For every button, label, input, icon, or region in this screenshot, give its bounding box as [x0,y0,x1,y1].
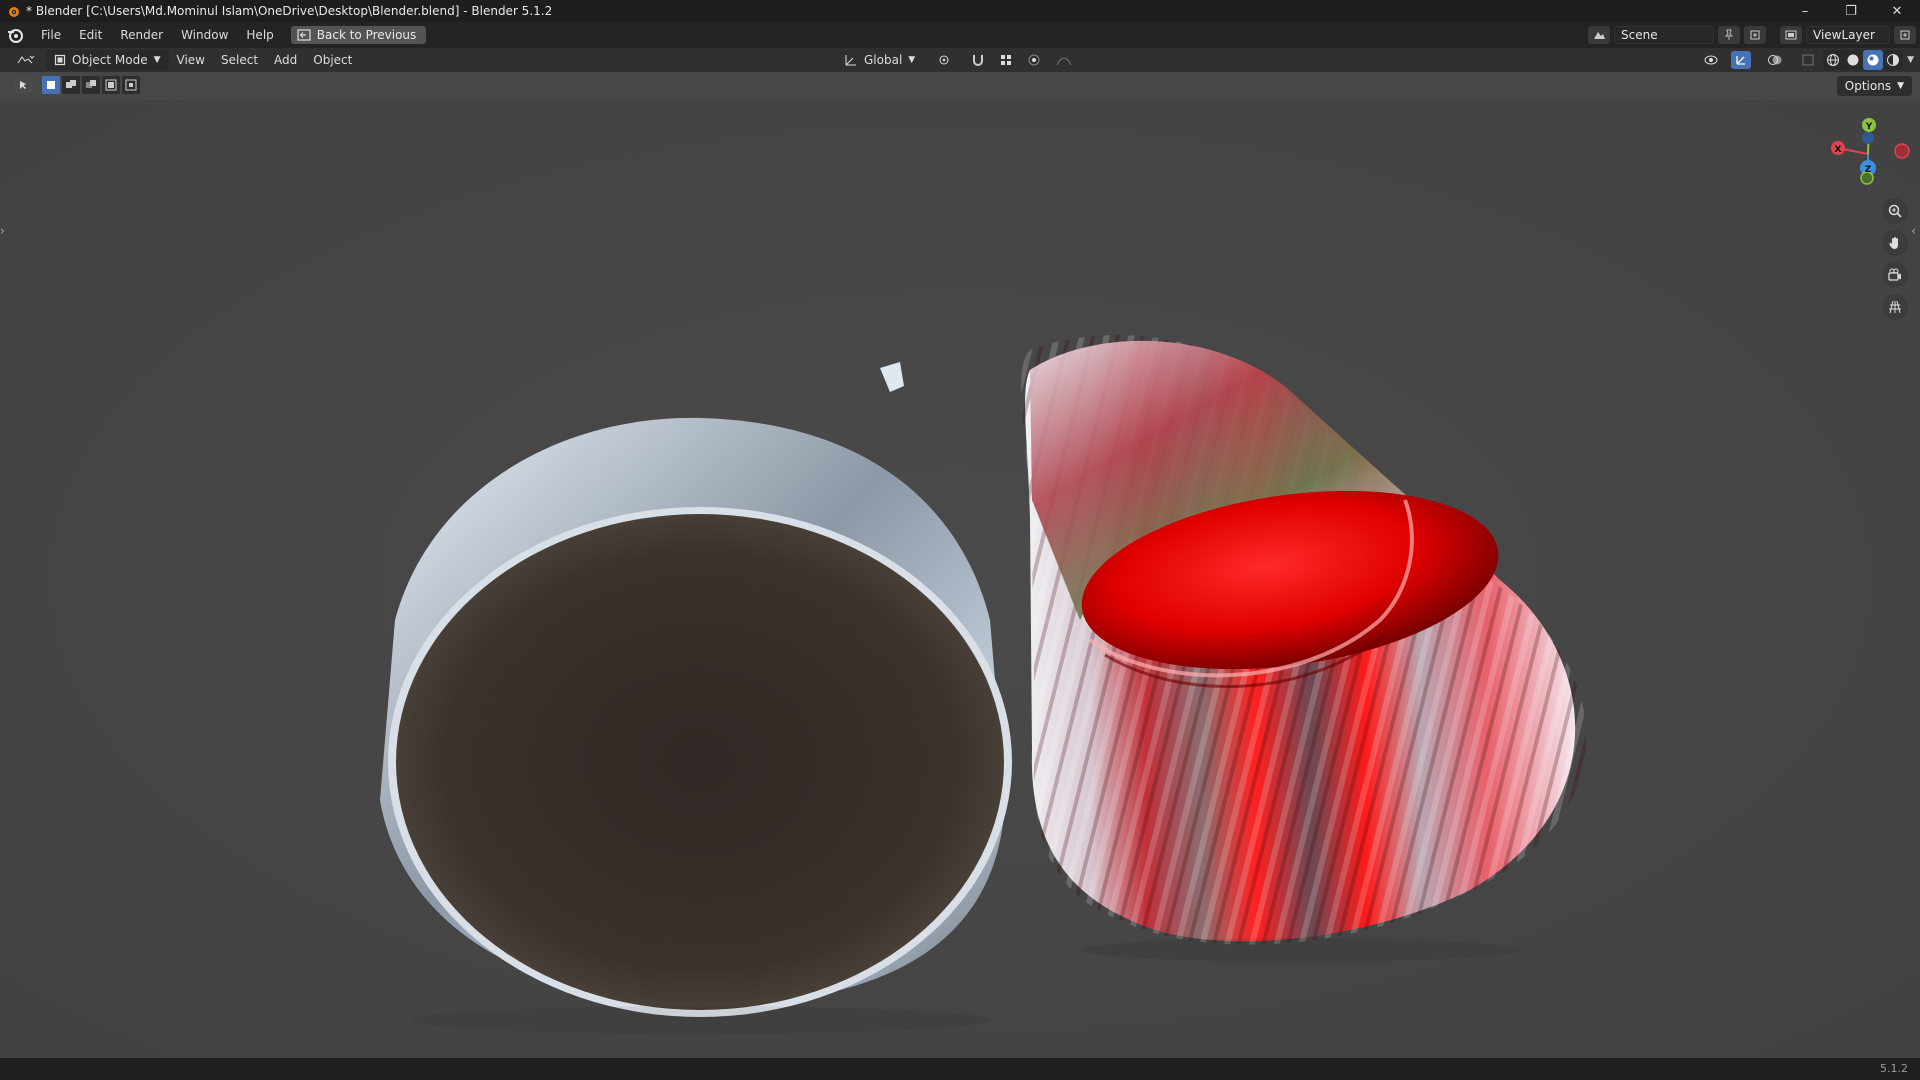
viewlayer-name: ViewLayer [1813,28,1875,42]
blender-logo-icon[interactable] [6,26,24,44]
scene-controls: Scene ViewLayer [1588,24,1916,46]
camera-view-icon[interactable] [1882,262,1908,288]
zoom-icon[interactable] [1882,198,1908,224]
menu-object[interactable]: Object [305,50,360,70]
viewport-display-controls: ▼ [1699,50,1914,70]
select-mode-group [14,76,140,94]
back-icon [297,29,311,41]
pan-hand-icon[interactable] [1882,230,1908,256]
new-viewlayer-icon[interactable] [1894,26,1916,44]
orientation-icon [845,55,856,66]
chevron-down-icon: ▼ [153,55,161,65]
object-mode-dropdown[interactable]: Object Mode ▼ [46,50,169,70]
window-title: * Blender [C:\Users\Md.Mominul Islam\One… [26,4,553,18]
proportional-edit-toggle[interactable] [1023,50,1045,70]
scene-name: Scene [1621,28,1658,42]
rendered-shading-icon[interactable] [1883,50,1903,70]
minimize-icon[interactable]: – [1782,0,1828,22]
viewport-header: Object Mode ▼ View Select Add Object Glo… [0,48,1920,72]
navigation-tools [1882,198,1908,320]
menu-edit[interactable]: Edit [70,24,111,46]
menu-help[interactable]: Help [237,24,282,46]
new-scene-icon[interactable] [1744,26,1766,44]
gizmo-x-label: X [1835,145,1842,155]
menu-add[interactable]: Add [266,50,305,70]
gizmo-icon [1736,56,1746,65]
select-invert-icon[interactable] [102,76,120,94]
falloff-dropdown[interactable] [1051,50,1077,70]
version-label: 5.1.2 [1880,1062,1908,1075]
menu-select[interactable]: Select [213,50,266,70]
title-bar: * Blender [C:\Users\Md.Mominul Islam\One… [0,0,1920,22]
select-new-icon[interactable] [42,76,60,94]
solid-shading-icon[interactable] [1843,50,1863,70]
shading-mode-group [1823,50,1904,70]
gizmo-neg-z-axis[interactable] [1862,132,1874,144]
magnet-icon [973,55,984,66]
back-to-previous-button[interactable]: Back to Previous [290,26,427,44]
menu-window[interactable]: Window [172,24,237,46]
menu-file[interactable]: File [32,24,70,46]
status-bar: 5.1.2 [0,1058,1920,1080]
pivot-icon [939,55,949,65]
xray-icon [1802,54,1814,66]
wireframe-shading-icon[interactable] [1823,50,1843,70]
scene-icon[interactable] [1588,26,1610,44]
sidebar-expand-icon[interactable]: ‹ [1911,224,1916,238]
scene-field[interactable]: Scene [1614,26,1714,44]
editor-type-dropdown[interactable] [8,50,42,70]
snap-toggle[interactable] [967,50,989,70]
viewlayer-field[interactable]: ViewLayer [1806,26,1890,44]
overlays-toggle[interactable] [1763,50,1787,70]
material-preview-shading-icon[interactable] [1863,50,1884,70]
falloff-curve-icon [1056,57,1072,66]
tool-settings-row: Options ▼ [0,72,1920,100]
snap-target-dropdown[interactable] [995,50,1017,70]
chevron-down-icon[interactable]: ▼ [1907,55,1914,65]
transform-controls: Global ▼ [836,50,1077,70]
overlays-icon [1768,55,1782,65]
perspective-grid-icon[interactable] [1882,294,1908,320]
transform-orientation-dropdown[interactable]: Global ▼ [836,50,923,70]
scene-render [0,100,1920,1058]
proportional-edit-icon [1028,54,1040,66]
select-intersect-icon[interactable] [122,76,140,94]
pin-icon[interactable] [1718,26,1740,44]
eye-icon [1704,55,1718,65]
snap-grid-icon [1001,55,1012,65]
gizmo-z-label: Z [1865,165,1872,175]
menu-view[interactable]: View [169,50,213,70]
restore-icon[interactable]: ❐ [1828,0,1874,22]
pivot-point-dropdown[interactable] [929,50,961,70]
window-controls: – ❐ ✕ [1782,0,1920,22]
back-button-label: Back to Previous [316,28,417,42]
object-mode-icon [54,54,66,66]
navigation-gizmo[interactable]: X Y Z [1816,108,1916,198]
options-dropdown[interactable]: Options ▼ [1836,76,1912,96]
menu-render[interactable]: Render [111,24,172,46]
toolbar-expand-icon[interactable]: › [0,224,5,238]
editor-type-icon [17,55,34,64]
3d-viewport[interactable]: › ‹ [0,100,1920,1058]
object-mode-label: Object Mode [72,53,148,67]
select-tool-icon[interactable] [14,76,32,94]
object-visibility-dropdown[interactable] [1699,50,1725,70]
chevron-down-icon: ▼ [908,55,916,65]
top-menubar: File Edit Render Window Help Back to Pre… [0,22,1920,48]
select-extend-icon[interactable] [62,76,80,94]
orientation-label: Global [864,53,903,67]
chevron-down-icon: ▼ [1897,81,1904,91]
options-label: Options [1844,79,1892,93]
gizmo-neg-x-axis[interactable] [1894,143,1910,159]
blender-app-icon [9,7,19,17]
gizmo-toggle[interactable] [1729,50,1753,70]
close-icon[interactable]: ✕ [1874,0,1920,22]
xray-toggle[interactable] [1797,50,1819,70]
viewlayer-icon[interactable] [1780,26,1802,44]
select-subtract-icon[interactable] [82,76,100,94]
gizmo-y-label: Y [1865,122,1873,132]
